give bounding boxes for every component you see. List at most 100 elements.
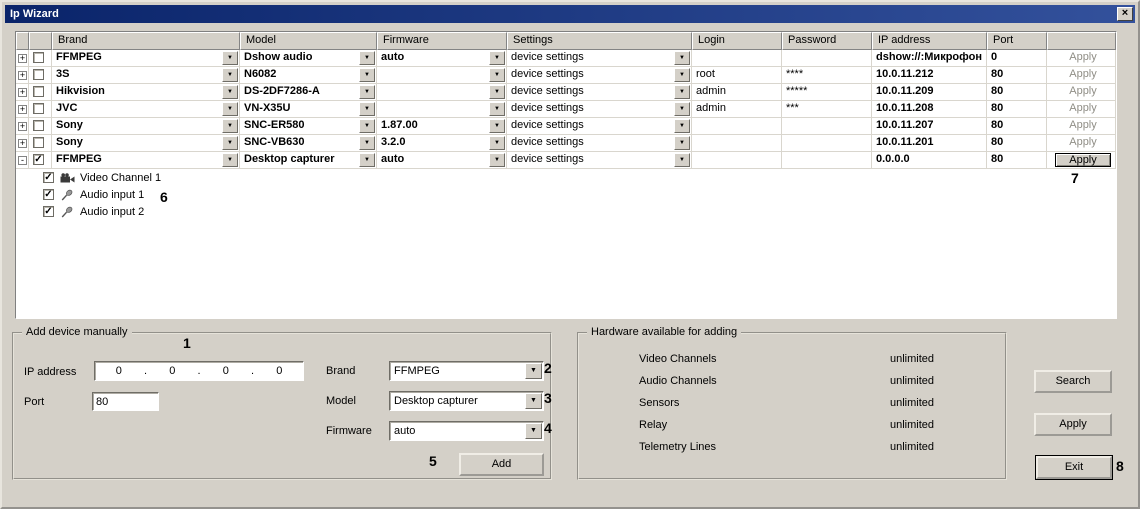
- port-cell[interactable]: 80: [987, 84, 1047, 101]
- port-cell[interactable]: 80: [987, 67, 1047, 84]
- firmware-select[interactable]: auto▼: [377, 50, 507, 67]
- expand-icon[interactable]: +: [18, 105, 27, 114]
- firmware-select[interactable]: ▼: [377, 84, 507, 101]
- model-select[interactable]: SNC-ER580▼: [240, 118, 377, 135]
- dropdown-arrow-icon[interactable]: ▼: [359, 102, 375, 116]
- password-cell[interactable]: ***: [782, 101, 872, 118]
- model-select[interactable]: Dshow audio▼: [240, 50, 377, 67]
- login-cell[interactable]: admin: [692, 84, 782, 101]
- firmware-combobox[interactable]: auto ▼: [389, 421, 544, 441]
- brand-select[interactable]: FFMPEG▼: [52, 152, 240, 169]
- row-checkbox[interactable]: [33, 120, 44, 131]
- expand-icon[interactable]: +: [18, 54, 27, 63]
- exit-button[interactable]: Exit: [1036, 456, 1112, 479]
- ip-cell[interactable]: 10.0.11.201: [872, 135, 987, 152]
- settings-select[interactable]: device settings▼: [507, 152, 692, 169]
- ip-octet-1[interactable]: 0: [95, 365, 143, 377]
- brand-select[interactable]: 3S▼: [52, 67, 240, 84]
- brand-select[interactable]: Sony▼: [52, 135, 240, 152]
- ip-octet-2[interactable]: 0: [149, 365, 197, 377]
- dropdown-arrow-icon[interactable]: ▼: [525, 393, 542, 409]
- model-select[interactable]: DS-2DF7286-A▼: [240, 84, 377, 101]
- login-cell[interactable]: root: [692, 67, 782, 84]
- settings-select[interactable]: device settings▼: [507, 67, 692, 84]
- model-select[interactable]: Desktop capturer▼: [240, 152, 377, 169]
- password-cell[interactable]: [782, 135, 872, 152]
- login-cell[interactable]: [692, 50, 782, 67]
- settings-select[interactable]: device settings▼: [507, 118, 692, 135]
- password-cell[interactable]: [782, 118, 872, 135]
- dropdown-arrow-icon[interactable]: ▼: [222, 51, 238, 65]
- login-cell[interactable]: admin: [692, 101, 782, 118]
- dropdown-arrow-icon[interactable]: ▼: [222, 119, 238, 133]
- dropdown-arrow-icon[interactable]: ▼: [674, 136, 690, 150]
- close-icon[interactable]: ×: [1117, 7, 1133, 21]
- row-checkbox[interactable]: [33, 86, 44, 97]
- row-checkbox[interactable]: [33, 103, 44, 114]
- firmware-select[interactable]: auto▼: [377, 152, 507, 169]
- dropdown-arrow-icon[interactable]: ▼: [674, 51, 690, 65]
- ip-octet-4[interactable]: 0: [256, 365, 304, 377]
- ip-address-input[interactable]: 0 . 0 . 0 . 0: [94, 361, 304, 381]
- dropdown-arrow-icon[interactable]: ▼: [489, 102, 505, 116]
- channel-checkbox[interactable]: ✓: [43, 206, 54, 217]
- expand-icon[interactable]: +: [18, 139, 27, 148]
- collapse-icon[interactable]: -: [18, 156, 27, 165]
- row-checkbox[interactable]: [33, 137, 44, 148]
- settings-select[interactable]: device settings▼: [507, 101, 692, 118]
- ip-cell[interactable]: dshow://:Микрофон: [872, 50, 987, 67]
- search-button[interactable]: Search: [1034, 370, 1112, 393]
- dropdown-arrow-icon[interactable]: ▼: [359, 68, 375, 82]
- dropdown-arrow-icon[interactable]: ▼: [359, 119, 375, 133]
- dropdown-arrow-icon[interactable]: ▼: [674, 102, 690, 116]
- dropdown-arrow-icon[interactable]: ▼: [489, 119, 505, 133]
- ip-cell[interactable]: 10.0.11.212: [872, 67, 987, 84]
- model-select[interactable]: N6082▼: [240, 67, 377, 84]
- dropdown-arrow-icon[interactable]: ▼: [222, 102, 238, 116]
- settings-select[interactable]: device settings▼: [507, 50, 692, 67]
- dropdown-arrow-icon[interactable]: ▼: [674, 153, 690, 167]
- brand-select[interactable]: FFMPEG▼: [52, 50, 240, 67]
- dropdown-arrow-icon[interactable]: ▼: [222, 85, 238, 99]
- channel-checkbox[interactable]: ✓: [43, 172, 54, 183]
- expand-icon[interactable]: +: [18, 122, 27, 131]
- row-checkbox[interactable]: ✓: [33, 154, 44, 165]
- brand-select[interactable]: Hikvision▼: [52, 84, 240, 101]
- firmware-select[interactable]: ▼: [377, 67, 507, 84]
- port-cell[interactable]: 80: [987, 101, 1047, 118]
- brand-select[interactable]: JVC▼: [52, 101, 240, 118]
- dropdown-arrow-icon[interactable]: ▼: [489, 68, 505, 82]
- dropdown-arrow-icon[interactable]: ▼: [674, 119, 690, 133]
- dropdown-arrow-icon[interactable]: ▼: [674, 68, 690, 82]
- ip-octet-3[interactable]: 0: [202, 365, 250, 377]
- model-select[interactable]: VN-X35U▼: [240, 101, 377, 118]
- dropdown-arrow-icon[interactable]: ▼: [359, 85, 375, 99]
- firmware-select[interactable]: ▼: [377, 101, 507, 118]
- dropdown-arrow-icon[interactable]: ▼: [359, 51, 375, 65]
- apply-button[interactable]: Apply: [1034, 413, 1112, 436]
- settings-select[interactable]: device settings▼: [507, 135, 692, 152]
- login-cell[interactable]: [692, 118, 782, 135]
- login-cell[interactable]: [692, 135, 782, 152]
- add-button[interactable]: Add: [459, 453, 544, 476]
- port-cell[interactable]: 0: [987, 50, 1047, 67]
- dropdown-arrow-icon[interactable]: ▼: [359, 136, 375, 150]
- login-cell[interactable]: [692, 152, 782, 169]
- dropdown-arrow-icon[interactable]: ▼: [489, 153, 505, 167]
- dropdown-arrow-icon[interactable]: ▼: [489, 85, 505, 99]
- dropdown-arrow-icon[interactable]: ▼: [489, 136, 505, 150]
- port-input[interactable]: [92, 392, 159, 411]
- dropdown-arrow-icon[interactable]: ▼: [359, 153, 375, 167]
- model-combobox[interactable]: Desktop capturer ▼: [389, 391, 544, 411]
- password-cell[interactable]: ****: [782, 67, 872, 84]
- password-cell[interactable]: [782, 50, 872, 67]
- password-cell[interactable]: [782, 152, 872, 169]
- port-cell[interactable]: 80: [987, 118, 1047, 135]
- firmware-select[interactable]: 1.87.00▼: [377, 118, 507, 135]
- port-cell[interactable]: 80: [987, 135, 1047, 152]
- dropdown-arrow-icon[interactable]: ▼: [489, 51, 505, 65]
- apply-button[interactable]: Apply: [1055, 153, 1111, 167]
- firmware-select[interactable]: 3.2.0▼: [377, 135, 507, 152]
- ip-cell[interactable]: 10.0.11.207: [872, 118, 987, 135]
- dropdown-arrow-icon[interactable]: ▼: [674, 85, 690, 99]
